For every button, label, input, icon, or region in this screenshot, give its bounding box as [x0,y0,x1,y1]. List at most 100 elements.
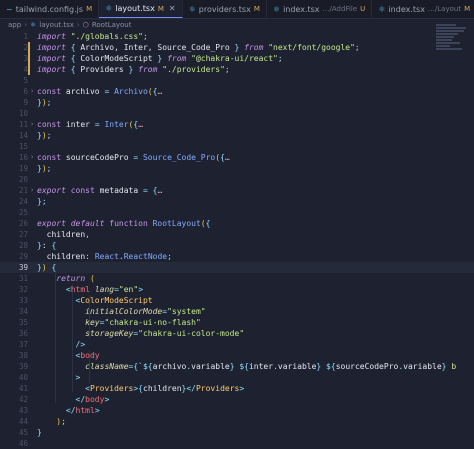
code-text: }: { [37,241,57,250]
code-line[interactable]: 41 <Providers>{children}</Providers> [0,383,474,394]
code-line[interactable]: 14}); [0,130,474,141]
tab-3[interactable]: ⚛ providers.tsx M [183,0,267,18]
code-text: }); [37,164,52,173]
code-line[interactable]: 28 }: { [0,240,474,251]
code-line[interactable]: 24}; [0,196,474,207]
tab-1[interactable]: ~ tailwind.config.js M [0,0,100,18]
tab-4[interactable]: ⚛ index.tsx …/AddFile U [267,0,373,18]
code-line[interactable]: 2 import { Archivo, Inter, Source_Code_Pr… [0,42,474,53]
code-line[interactable]: 3 import { ColorModeScript } from "@chakr… [0,53,474,64]
code-line-current[interactable]: 39}) { [0,262,474,273]
code-text: <html lang="en"> [65,285,144,294]
code-line[interactable]: 38 <body [0,350,474,361]
code-text: import { Archivo, Inter, Source_Code_Pro… [37,43,360,52]
line-number: 28 [18,241,28,250]
react-file-icon: ⚛ [188,4,196,14]
code-text: import { ColorModeScript } from "@chakra… [37,54,283,63]
code-text: }) { [37,263,57,272]
code-line[interactable]: 33 <ColorModeScript [0,295,474,306]
code-line[interactable]: 16 › const sourceCodePro = Source_Code_Pro… [0,152,474,163]
line-number: 44 [18,417,28,426]
line-number: 1 [23,32,28,41]
line-number: 29 [18,252,28,261]
line-number: 19 [18,164,28,173]
code-line[interactable]: 11 › const inter = Inter({… [0,119,474,130]
code-line[interactable]: 39 className={`${archivo.variable} ${int… [0,361,474,372]
line-number: 15 [18,142,28,151]
code-line[interactable]: 6 › const archivo = Archivo({… [0,86,474,97]
react-file-icon: ⚛ [30,20,37,29]
code-line[interactable]: 35 key="chakra-ui-no-flash" [0,317,474,328]
line-number: 21 [18,186,28,195]
code-line[interactable]: 31 return ( [0,273,474,284]
git-change-marker [28,53,30,64]
code-line[interactable]: 40 > [0,372,474,383]
fold-chevron-icon[interactable]: › [30,86,34,97]
line-number: 33 [18,296,28,305]
tab-label: tailwind.config.js [15,4,84,14]
line-number: 4 [23,65,28,74]
code-text: import { Providers } from "./providers"; [37,65,230,74]
code-text: <ColorModeScript [75,296,153,305]
line-number: 40 [18,373,28,382]
code-line[interactable]: 25 [0,207,474,218]
code-text: return ( [37,274,95,283]
code-line[interactable]: 32 <html lang="en"> [0,284,474,295]
code-line[interactable]: 1 import "./globals.css"; [0,31,474,42]
line-number: 46 [18,439,28,448]
tab-2[interactable]: ⚛ layout.tsx M ✕ [99,0,183,18]
tab-path: …/AddFile [322,5,358,13]
code-line[interactable]: 5 [0,75,474,86]
code-text: <body [75,351,100,360]
code-line[interactable]: 20 [0,174,474,185]
code-text: children, [37,230,90,239]
code-line[interactable]: 15 [0,141,474,152]
tab-label: layout.tsx [115,4,155,13]
code-line[interactable]: 10 [0,108,474,119]
breadcrumb-symbol[interactable]: RootLayout [92,21,132,29]
line-number: 9 [23,98,28,107]
code-line[interactable]: 21 › export const metadata = {… [0,185,474,196]
line-number: 34 [18,307,28,316]
code-line[interactable]: 29 children: React.ReactNode; [0,251,474,262]
code-text: > [75,373,81,382]
code-text: children: React.ReactNode; [37,252,172,261]
fold-chevron-icon[interactable]: › [30,119,34,130]
line-number: 42 [18,395,28,404]
close-icon[interactable]: ✕ [169,4,176,13]
code-line[interactable]: 19}); [0,163,474,174]
line-number: 32 [18,285,28,294]
code-text: export default function RootLayout({ [37,219,211,228]
code-line[interactable]: 44 ); [0,416,474,427]
line-number: 27 [18,230,28,239]
fold-chevron-icon[interactable]: › [30,152,34,163]
code-text: const archivo = Archivo({… [37,87,163,96]
line-number: 39 [18,362,28,371]
code-line[interactable]: 42 </body> [0,394,474,405]
breadcrumb-folder[interactable]: app [8,21,21,29]
tab-label: index.tsx [388,4,425,14]
code-editor[interactable]: 1 import "./globals.css"; 2 import { Archiv… [0,31,474,448]
code-text: ); [56,417,66,426]
line-number: 14 [18,131,28,140]
line-number: 35 [18,318,28,327]
code-line[interactable]: 26 export default function RootLayout({ [0,218,474,229]
react-file-icon: ⚛ [105,4,113,13]
code-line[interactable]: 9}); [0,97,474,108]
code-line[interactable]: 45} [0,427,474,438]
code-text: const inter = Inter({… [37,120,144,129]
code-line[interactable]: 37 /> [0,339,474,350]
code-line[interactable]: 4 import { Providers } from "./providers"… [0,64,474,75]
tab-5[interactable]: ⚛ index.tsx …/Layout M [372,0,474,18]
code-line[interactable]: 36 storageKey="chakra-ui-color-mode" [0,328,474,339]
code-text: <Providers>{children}</Providers> [85,384,245,393]
line-number: 10 [18,109,28,118]
react-file-icon: ⚛ [378,4,386,14]
fold-chevron-icon[interactable]: › [30,185,34,196]
code-text: className={`${archivo.variable} ${inter.… [85,362,457,371]
code-line[interactable]: 34 initialColorMode="system" [0,306,474,317]
code-line[interactable]: 46 [0,438,474,449]
code-line[interactable]: 27 children, [0,229,474,240]
breadcrumb-file[interactable]: layout.tsx [39,21,74,29]
code-line[interactable]: 43 </html> [0,405,474,416]
